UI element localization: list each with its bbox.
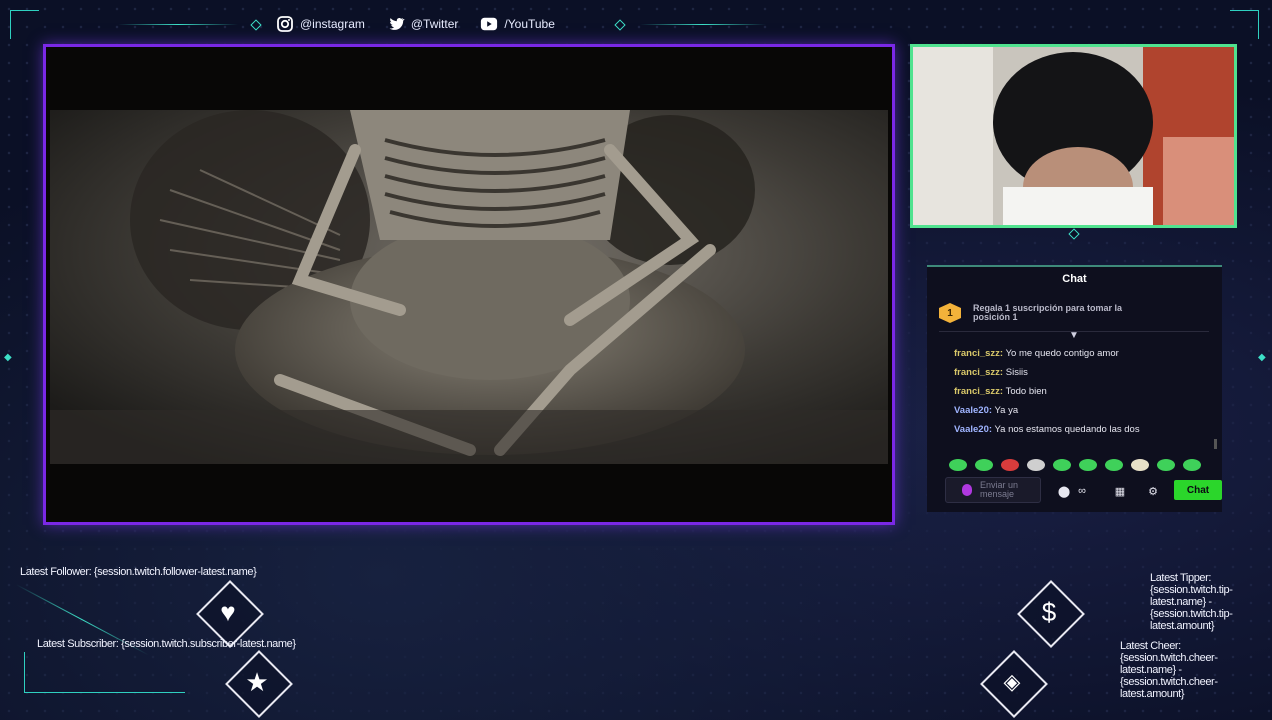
emote-icon[interactable] xyxy=(975,459,993,471)
youtube-handle: /YouTube xyxy=(504,17,555,31)
emote-icon[interactable] xyxy=(1079,459,1097,471)
corner-deco-top-left xyxy=(10,10,39,39)
instagram-icon xyxy=(276,15,294,33)
instagram-handle: @instagram xyxy=(300,17,365,31)
webcam-deco-dot xyxy=(1068,228,1080,240)
chat-send-button[interactable]: Chat xyxy=(1174,480,1222,500)
side-marker-left: ◆ xyxy=(4,352,12,363)
twitter-icon xyxy=(387,15,405,33)
social-links-bar: @instagram @Twitter /YouTube xyxy=(242,10,632,38)
top-deco-line-right xyxy=(640,24,766,25)
chat-title: Chat xyxy=(1062,273,1087,285)
twitter-handle: @Twitter xyxy=(410,17,459,31)
emote-icon[interactable] xyxy=(1157,459,1175,471)
chat-message: Vaale20: Ya ya xyxy=(954,405,1019,416)
webcam-image xyxy=(913,47,1234,225)
bits-icon[interactable]: ⬤ xyxy=(1057,484,1071,498)
latest-subscriber-label: Latest Subscriber: {session.twitch.subsc… xyxy=(37,638,296,650)
social-instagram[interactable]: @instagram xyxy=(276,15,365,33)
social-youtube[interactable]: /YouTube xyxy=(480,15,555,33)
corner-deco-top-right xyxy=(1230,10,1259,39)
latest-tipper-label: Latest Tipper: {session.twitch.tip-lates… xyxy=(1150,572,1233,632)
chat-message: Vaale20: Ya nos estamos quedando las dos xyxy=(954,424,1140,435)
chat-input-placeholder: Enviar un mensaje xyxy=(980,480,1019,499)
rank-badge-icon: 1 xyxy=(939,303,961,323)
chat-message-input[interactable]: Enviar un mensaje xyxy=(945,477,1041,503)
gear-icon[interactable]: ⚙ xyxy=(1146,484,1160,498)
social-twitter[interactable]: @Twitter xyxy=(387,15,459,33)
chat-message: franci_szz: Sisiis xyxy=(954,367,1028,378)
emote-icon[interactable] xyxy=(1105,459,1123,471)
star-icon: ★ xyxy=(245,666,269,697)
subscriber-deco-frame xyxy=(24,652,185,693)
emote-icon[interactable] xyxy=(1001,459,1019,471)
chat-message: franci_szz: Yo me quedo contigo amor xyxy=(954,348,1119,359)
gem-icon: ◈ xyxy=(1003,669,1021,694)
latest-cheer-label: Latest Cheer: {session.twitch.cheer-late… xyxy=(1120,640,1218,700)
mic-icon[interactable] xyxy=(962,484,972,496)
emote-icon[interactable] xyxy=(1027,459,1045,471)
chat-scrollbar[interactable] xyxy=(1214,439,1217,449)
emote-icon[interactable] xyxy=(1131,459,1149,471)
chat-message: franci_szz: Todo bien xyxy=(954,386,1047,397)
emote-icon[interactable] xyxy=(949,459,967,471)
webcam-feed xyxy=(910,44,1237,228)
chevron-down-icon[interactable]: ▼ xyxy=(1069,330,1081,341)
top-deco-line-left xyxy=(118,24,238,25)
youtube-icon xyxy=(480,15,498,33)
dollar-icon: $ xyxy=(1041,596,1057,627)
sub-gift-text: Regala 1 suscripción para tomar la posic… xyxy=(973,303,1123,322)
gameplay-video xyxy=(43,44,895,525)
side-marker-right: ◆ xyxy=(1258,352,1266,363)
sub-gift-banner[interactable]: 1 Regala 1 suscripción para tomar la pos… xyxy=(939,295,1209,332)
emote-icon[interactable] xyxy=(1183,459,1201,471)
store-icon[interactable]: ▦ xyxy=(1113,484,1127,498)
latest-follower-label: Latest Follower: {session.twitch.followe… xyxy=(20,566,257,578)
gameplay-scene-image xyxy=(50,110,888,464)
emote-icon[interactable] xyxy=(1053,459,1071,471)
infinity-icon[interactable]: ∞ xyxy=(1075,484,1089,498)
heart-icon: ♥ xyxy=(220,596,236,627)
emote-bar xyxy=(949,459,1214,473)
chat-panel: Chat 1 Regala 1 suscripción para tomar l… xyxy=(927,265,1222,512)
